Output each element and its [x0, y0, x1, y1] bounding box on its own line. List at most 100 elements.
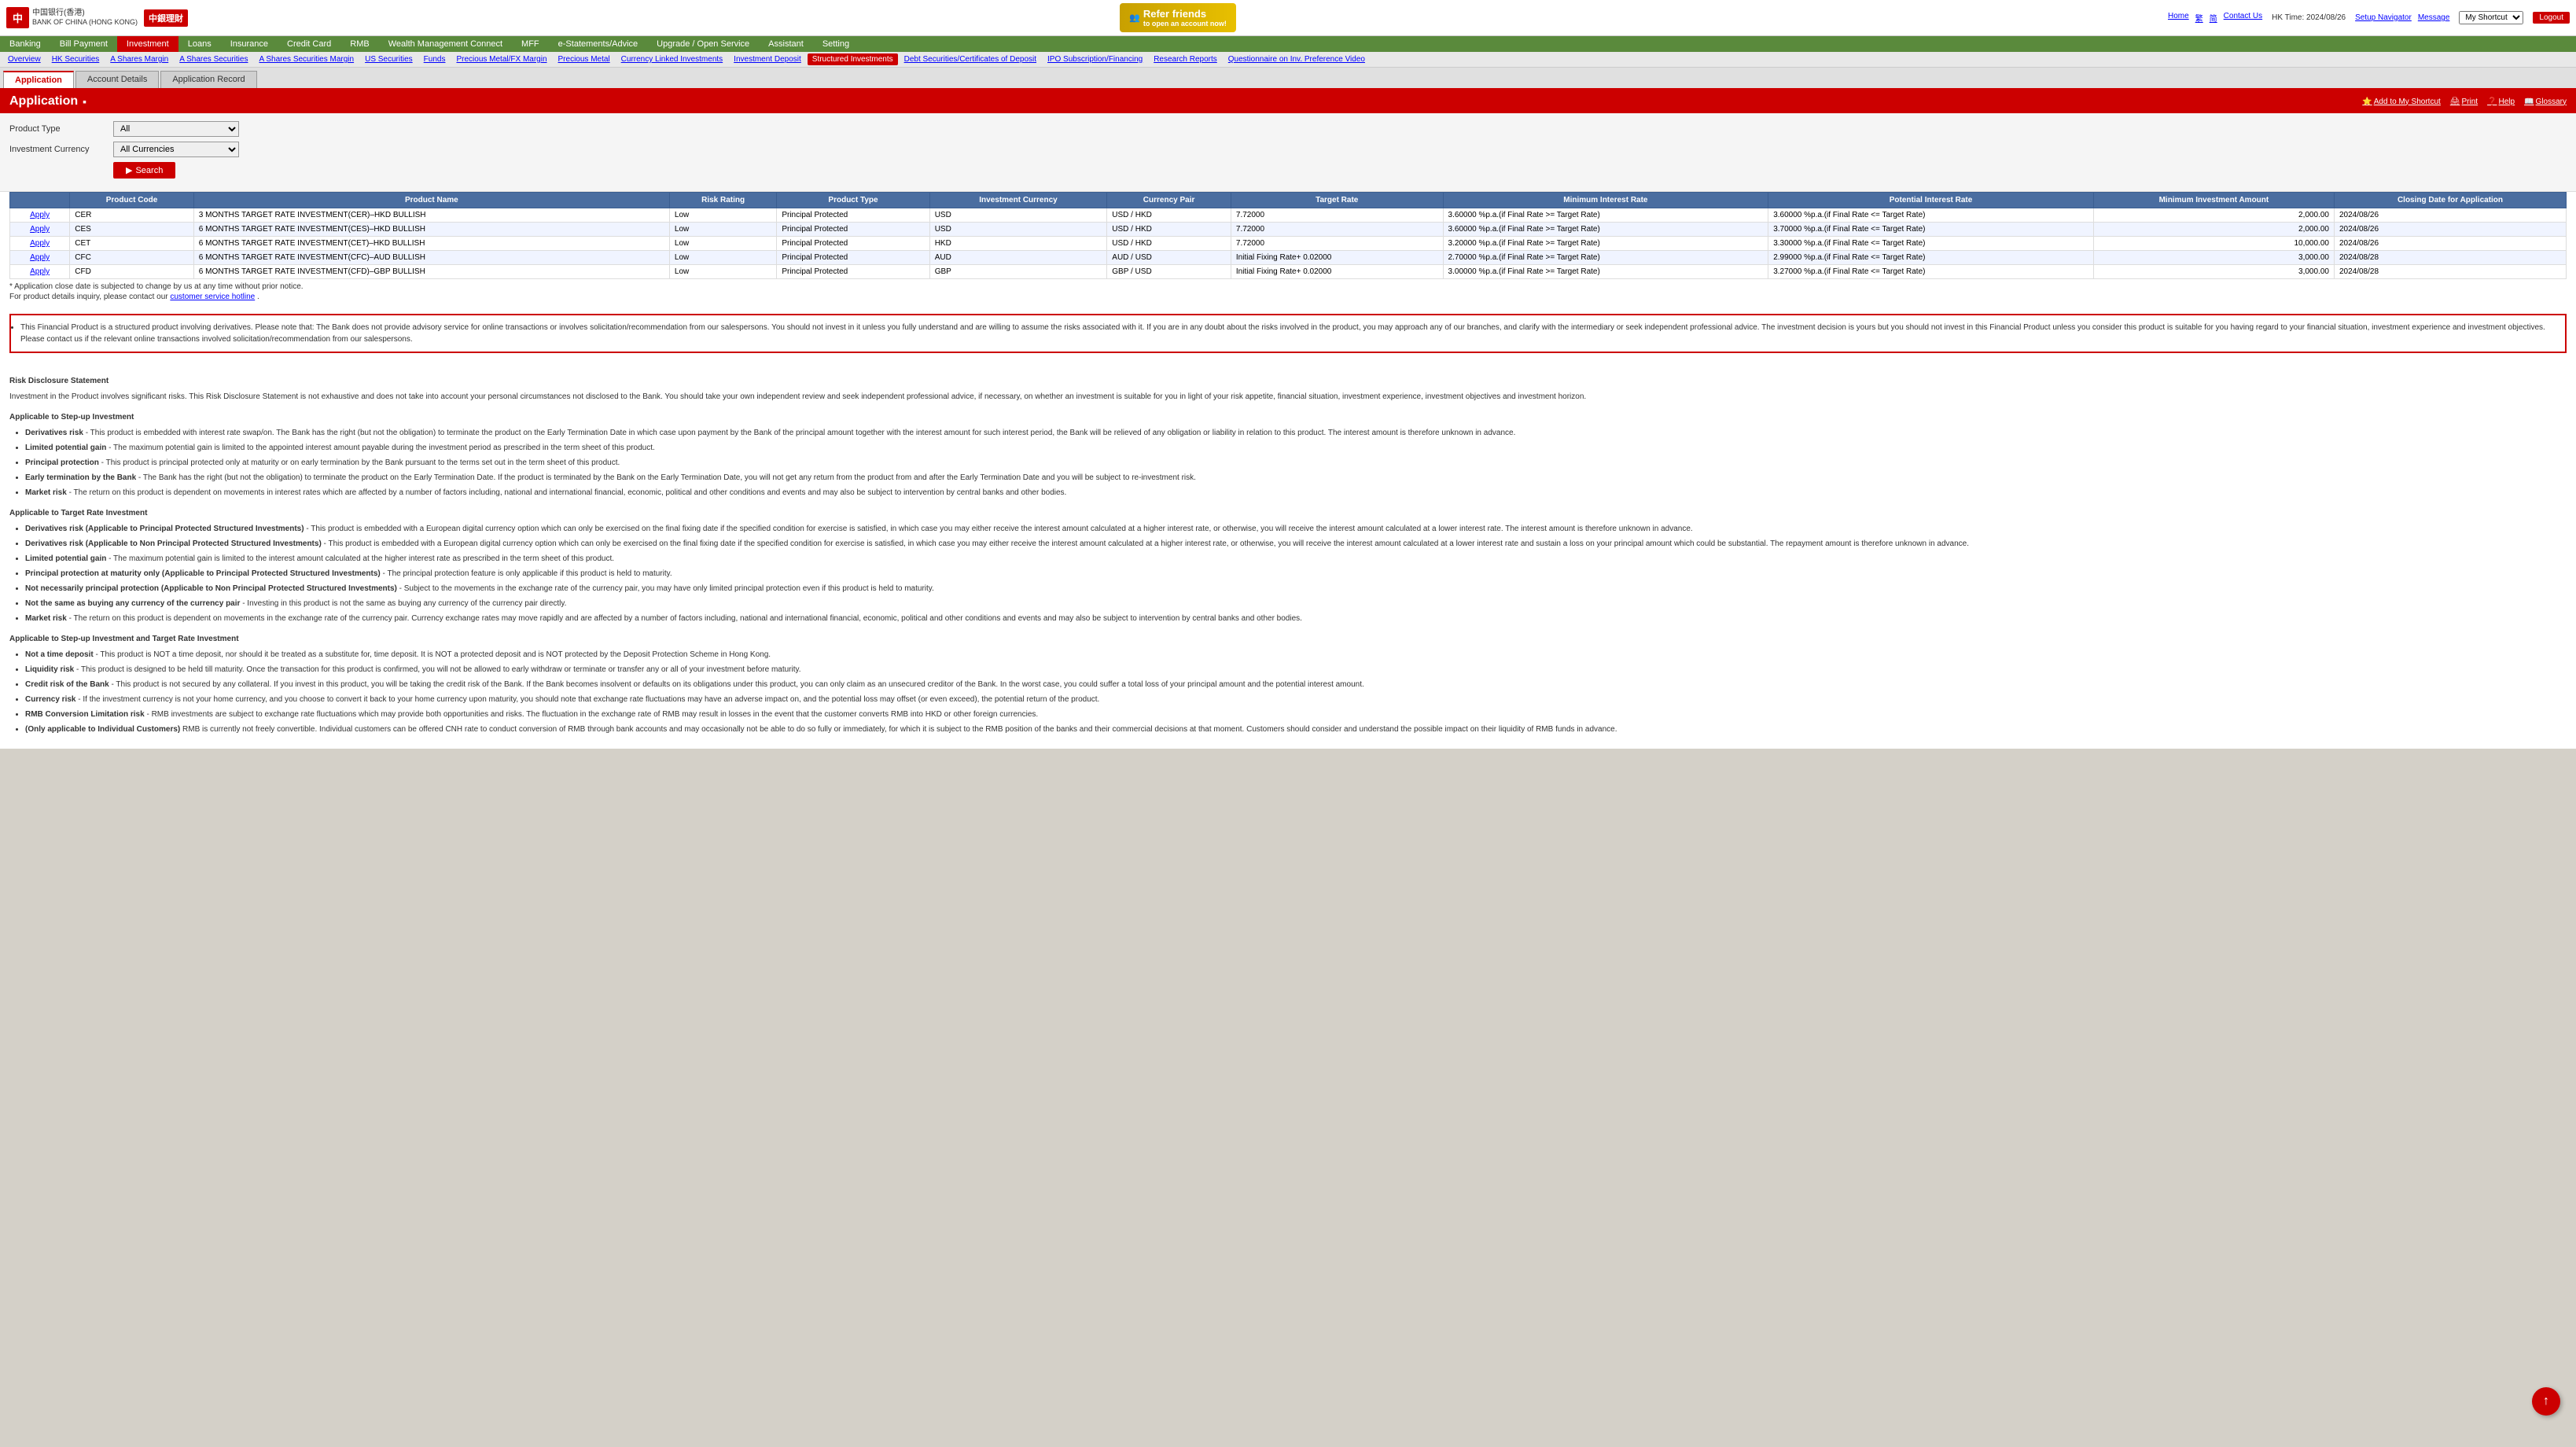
td-closing-3: 2024/08/28: [2334, 251, 2566, 265]
td-currpair-4: GBP / USD: [1107, 265, 1231, 279]
th-product-code: Product Code: [70, 193, 194, 208]
main-nav-item-banking[interactable]: Banking: [0, 36, 50, 52]
main-nav-item-bill-payment[interactable]: Bill Payment: [50, 36, 117, 52]
apply-link-0[interactable]: Apply: [15, 211, 64, 219]
add-shortcut-link[interactable]: ⭐ Add to My Shortcut: [2362, 98, 2441, 106]
main-nav-item-rmb[interactable]: RMB: [340, 36, 378, 52]
td-closing-2: 2024/08/26: [2334, 237, 2566, 251]
main-nav-item-investment[interactable]: Investment: [117, 36, 178, 52]
product-type-select[interactable]: All Principal Protected Non-Principal Pr…: [113, 121, 239, 137]
apply-link-3[interactable]: Apply: [15, 253, 64, 262]
tab-account-details[interactable]: Account Details: [75, 71, 159, 88]
table-container: Product Code Product Name Risk Rating Pr…: [0, 192, 2576, 279]
risk-disclosure-title: Risk Disclosure Statement: [9, 375, 2567, 388]
logout-button[interactable]: Logout: [2533, 12, 2570, 24]
main-nav-item-upgrade[interactable]: Upgrade / Open Service: [647, 36, 759, 52]
step-up-target-item-5: (Only applicable to Individual Customers…: [25, 724, 2567, 736]
td-code-4: CFD: [70, 265, 194, 279]
header-left: 中 中国银行(香港) BANK OF CHINA (HONG KONG) 中銀理…: [6, 7, 188, 28]
setup-navigator-link[interactable]: Setup Navigator: [2355, 13, 2412, 22]
table-header-row: Product Code Product Name Risk Rating Pr…: [10, 193, 2567, 208]
bank-name-en: BANK OF CHINA (HONG KONG): [32, 18, 138, 27]
target-rate-item-3: Principal protection at maturity only (A…: [25, 568, 2567, 580]
sub-nav-funds[interactable]: Funds: [419, 53, 451, 65]
cbn-logo: 中銀理財: [144, 9, 188, 27]
sub-nav-a-shares-margin[interactable]: A Shares Margin: [105, 53, 173, 65]
main-nav-item-statements[interactable]: e-Statements/Advice: [549, 36, 648, 52]
main-nav: Banking Bill Payment Investment Loans In…: [0, 36, 2576, 52]
target-rate-item-6: Market risk - The return on this product…: [25, 613, 2567, 625]
hk-time-label: HK Time:: [2272, 13, 2304, 22]
td-target-1: 7.72000: [1231, 223, 1443, 237]
sub-nav-a-shares-securities[interactable]: A Shares Securities: [175, 53, 252, 65]
td-type-4: Principal Protected: [777, 265, 929, 279]
td-target-4: Initial Fixing Rate+ 0.02000: [1231, 265, 1443, 279]
target-rate-item-0: Derivatives risk (Applicable to Principa…: [25, 523, 2567, 536]
refer-sub: to open an account now!: [1143, 20, 1227, 28]
step-up-target-list: Not a time deposit - This product is NOT…: [25, 649, 2567, 736]
home-link[interactable]: Home: [2168, 12, 2189, 24]
main-nav-item-wealth-mgmt[interactable]: Wealth Management Connect: [379, 36, 512, 52]
td-closing-0: 2024/08/26: [2334, 208, 2566, 223]
sub-nav-precious-metal[interactable]: Precious Metal: [554, 53, 615, 65]
main-nav-item-setting[interactable]: Setting: [813, 36, 859, 52]
sub-nav-ipo[interactable]: IPO Subscription/Financing: [1043, 53, 1147, 65]
refer-icon: 👥: [1129, 13, 1140, 23]
main-nav-item-credit-card[interactable]: Credit Card: [278, 36, 340, 52]
td-name-4: 6 MONTHS TARGET RATE INVESTMENT(CFD)–GBP…: [193, 265, 669, 279]
results-table: Product Code Product Name Risk Rating Pr…: [9, 192, 2567, 279]
sub-nav-a-shares-sec-margin[interactable]: A Shares Securities Margin: [254, 53, 359, 65]
apply-link-4[interactable]: Apply: [15, 267, 64, 276]
footnotes: * Application close date is subjected to…: [0, 279, 2576, 306]
main-nav-item-loans[interactable]: Loans: [178, 36, 221, 52]
tab-application[interactable]: Application: [3, 71, 74, 88]
table-row: Apply CFC 6 MONTHS TARGET RATE INVESTMEN…: [10, 251, 2567, 265]
refer-friends-banner[interactable]: 👥 Refer friends to open an account now!: [1120, 3, 1236, 32]
sub-nav-questionnaire[interactable]: Questionnaire on Inv. Preference Video: [1224, 53, 1370, 65]
contact-us-link[interactable]: Contact Us: [2224, 12, 2262, 24]
glossary-link[interactable]: 📖 Glossary: [2524, 98, 2567, 106]
investment-currency-select[interactable]: All Currencies HKD USD AUD GBP: [113, 142, 239, 157]
shortcut-select[interactable]: My Shortcut: [2459, 11, 2523, 24]
apply-link-2[interactable]: Apply: [15, 239, 64, 248]
lang-sc-link[interactable]: 简: [2210, 12, 2217, 24]
search-button[interactable]: ▶ Search: [113, 162, 175, 179]
main-nav-item-mff[interactable]: MFF: [512, 36, 549, 52]
print-link[interactable]: 🖨 Print: [2450, 98, 2478, 106]
help-link[interactable]: ❓ Help: [2487, 98, 2515, 106]
main-nav-item-assistant[interactable]: Assistant: [759, 36, 813, 52]
sub-nav-research[interactable]: Research Reports: [1149, 53, 1222, 65]
target-rate-item-1: Derivatives risk (Applicable to Non Prin…: [25, 538, 2567, 550]
notice-text: This Financial Product is a structured p…: [20, 322, 2556, 345]
table-row: Apply CFD 6 MONTHS TARGET RATE INVESTMEN…: [10, 265, 2567, 279]
sub-nav: Overview HK Securities A Shares Margin A…: [0, 52, 2576, 68]
step-up-item-1: Limited potential gain - The maximum pot…: [25, 442, 2567, 455]
td-mininv-0: 2,000.00: [2093, 208, 2334, 223]
td-type-1: Principal Protected: [777, 223, 929, 237]
message-link[interactable]: Message: [2418, 13, 2450, 22]
td-target-3: Initial Fixing Rate+ 0.02000: [1231, 251, 1443, 265]
step-up-target-item-2: Credit risk of the Bank - This product i…: [25, 679, 2567, 691]
sub-nav-us-securities[interactable]: US Securities: [360, 53, 418, 65]
tab-application-record[interactable]: Application Record: [160, 71, 256, 88]
footnote-2: For product details inquiry, please cont…: [9, 293, 2567, 301]
page-title-dot: ▪: [83, 95, 86, 108]
sub-nav-debt-securities[interactable]: Debt Securities/Certificates of Deposit: [900, 53, 1041, 65]
main-nav-item-insurance[interactable]: Insurance: [221, 36, 278, 52]
step-up-target-item-4: RMB Conversion Limitation risk - RMB inv…: [25, 709, 2567, 721]
header-links: Home 繁 简 Contact Us: [2168, 12, 2262, 24]
sub-nav-overview[interactable]: Overview: [3, 53, 46, 65]
sub-nav-hk-securities[interactable]: HK Securities: [47, 53, 105, 65]
float-button[interactable]: ↑: [2532, 1387, 2560, 1416]
lang-tc-link[interactable]: 繁: [2195, 12, 2203, 24]
customer-service-link[interactable]: customer service hotline: [170, 293, 255, 301]
bank-logo-cn: 中: [13, 13, 23, 24]
sub-nav-investment-deposit[interactable]: Investment Deposit: [729, 53, 806, 65]
td-potint-1: 3.70000 %p.a.(if Final Rate <= Target Ra…: [1768, 223, 2094, 237]
sub-nav-structured[interactable]: Structured Investments: [808, 53, 898, 65]
investment-currency-row: Investment Currency All Currencies HKD U…: [9, 142, 2567, 157]
apply-link-1[interactable]: Apply: [15, 225, 64, 234]
sub-nav-precious-metal-fx[interactable]: Precious Metal/FX Margin: [451, 53, 551, 65]
sub-nav-currency-linked[interactable]: Currency Linked Investments: [616, 53, 728, 65]
investment-currency-label: Investment Currency: [9, 145, 104, 154]
